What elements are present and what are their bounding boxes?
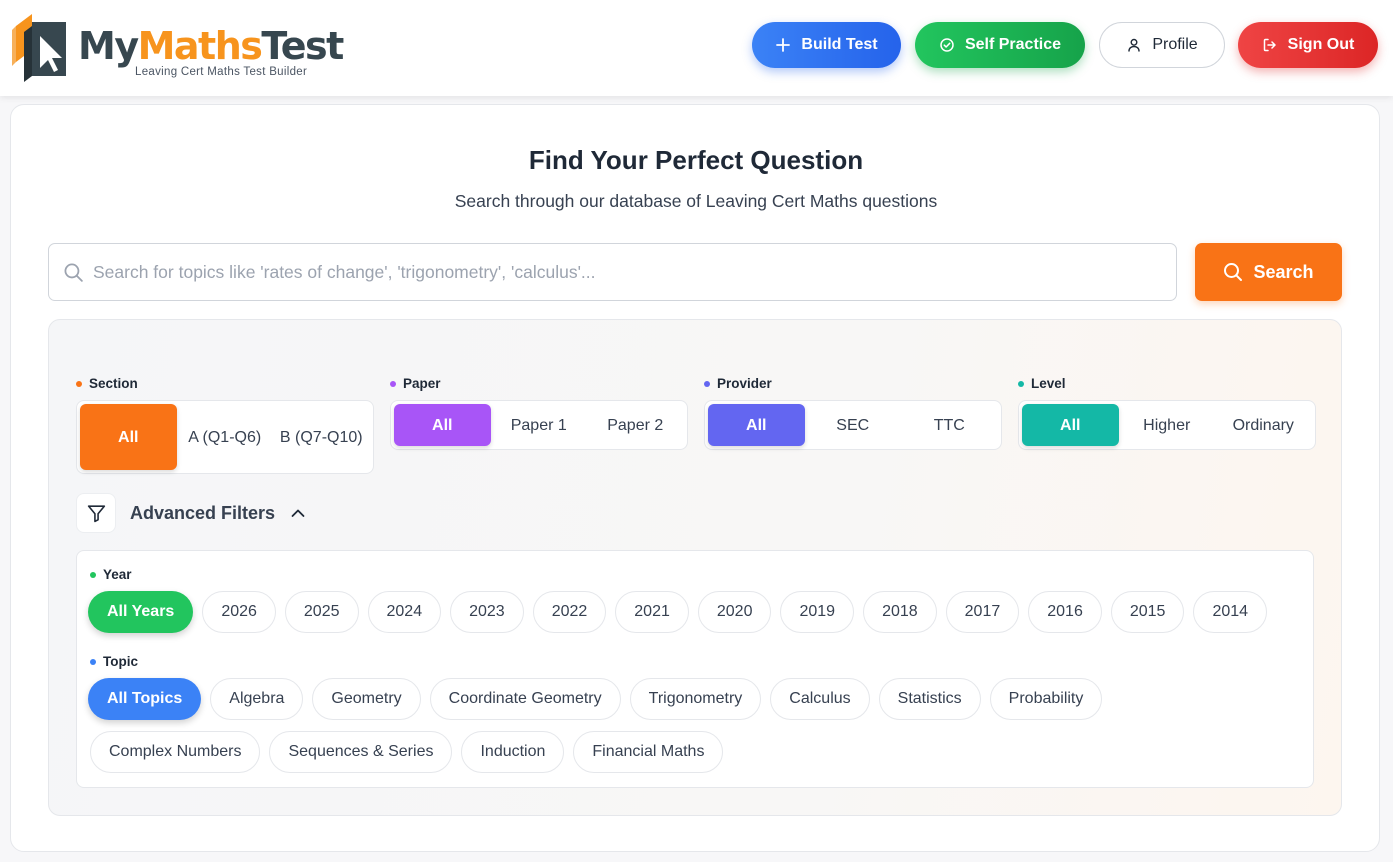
level-option-ordinary[interactable]: Ordinary bbox=[1215, 404, 1312, 446]
search-input[interactable] bbox=[93, 244, 1163, 300]
topic-pill-financial-maths[interactable]: Financial Maths bbox=[573, 731, 724, 773]
provider-dot bbox=[704, 380, 710, 387]
topic-filter-label: Topic bbox=[90, 654, 138, 669]
logo-book-cursor-icon bbox=[12, 14, 66, 82]
year-pill-row: All Years 2026 2025 2024 2023 2022 2021 … bbox=[88, 591, 1268, 633]
page-subtitle: Search through our database of Leaving C… bbox=[454, 191, 938, 211]
topic-pill-complex-numbers[interactable]: Complex Numbers bbox=[90, 731, 261, 773]
self-practice-button[interactable]: Self Practice bbox=[915, 22, 1085, 68]
paper-filter-label: Paper bbox=[390, 376, 441, 391]
year-pill-2024[interactable]: 2024 bbox=[367, 591, 442, 633]
paper-dot bbox=[390, 380, 396, 387]
section-segmented-control: All A (Q1-Q6) B (Q7-Q10) bbox=[76, 400, 374, 474]
year-pill-2020[interactable]: 2020 bbox=[697, 591, 772, 633]
advanced-filters-toggle[interactable]: Advanced Filters bbox=[76, 492, 307, 534]
filter-funnel-icon bbox=[87, 504, 105, 522]
log-out-icon bbox=[1263, 38, 1276, 52]
user-icon bbox=[1128, 38, 1141, 52]
topic-pill-geometry[interactable]: Geometry bbox=[312, 678, 421, 720]
brand-name-maths: Maths bbox=[137, 24, 263, 68]
level-segmented-control: All Higher Ordinary bbox=[1018, 400, 1316, 450]
topic-pill-probability[interactable]: Probability bbox=[989, 678, 1103, 720]
topic-pill-statistics[interactable]: Statistics bbox=[878, 678, 981, 720]
brand-name-my: My bbox=[78, 24, 139, 68]
year-pill-2021[interactable]: 2021 bbox=[615, 591, 689, 633]
paper-option-1[interactable]: Paper 1 bbox=[491, 404, 588, 446]
topic-pill-induction[interactable]: Induction bbox=[461, 731, 565, 773]
level-option-higher[interactable]: Higher bbox=[1119, 404, 1216, 446]
search-field[interactable] bbox=[48, 243, 1177, 301]
advanced-filters-panel: Year All Years 2026 2025 2024 2023 2022 … bbox=[76, 550, 1314, 788]
section-option-b[interactable]: B (Q7-Q10) bbox=[273, 404, 370, 470]
provider-option-ttc[interactable]: TTC bbox=[901, 404, 998, 446]
search-button-label: Search bbox=[1253, 261, 1314, 282]
filter-panel: Section All A (Q1-Q6) B (Q7-Q10) Paper A… bbox=[48, 319, 1342, 816]
build-test-label: Build Test bbox=[801, 36, 878, 53]
topic-pill-trigonometry[interactable]: Trigonometry bbox=[629, 678, 762, 720]
topic-pill-all[interactable]: All Topics bbox=[88, 678, 202, 720]
brand-name-test: Test bbox=[261, 24, 344, 68]
provider-segmented-control: All SEC TTC bbox=[704, 400, 1002, 450]
brand-name: MyMathsTest bbox=[78, 24, 344, 68]
advanced-filters-label: Advanced Filters bbox=[130, 502, 276, 523]
search-icon bbox=[1224, 263, 1243, 281]
provider-filter-label: Provider bbox=[704, 376, 772, 391]
self-practice-label: Self Practice bbox=[964, 36, 1062, 53]
provider-label-text: Provider bbox=[717, 376, 772, 391]
search-card: Find Your Perfect Question Search throug… bbox=[10, 104, 1380, 852]
level-dot bbox=[1018, 380, 1024, 387]
sign-out-button[interactable]: Sign Out bbox=[1238, 22, 1378, 68]
year-pill-2026[interactable]: 2026 bbox=[202, 591, 276, 633]
year-pill-2015[interactable]: 2015 bbox=[1110, 591, 1185, 633]
year-pill-2019[interactable]: 2019 bbox=[780, 591, 855, 633]
topic-dot bbox=[90, 658, 96, 665]
year-pill-2014[interactable]: 2014 bbox=[1193, 591, 1268, 633]
topic-pill-algebra[interactable]: Algebra bbox=[210, 678, 304, 720]
topic-label-text: Topic bbox=[103, 654, 138, 669]
section-option-all[interactable]: All bbox=[80, 404, 177, 470]
provider-option-sec[interactable]: SEC bbox=[805, 404, 902, 446]
topic-pill-row-1: All Topics Algebra Geometry Coordinate G… bbox=[88, 678, 1103, 720]
paper-segmented-control: All Paper 1 Paper 2 bbox=[390, 400, 688, 450]
level-filter-label: Level bbox=[1018, 376, 1066, 391]
topic-pill-sequences-series[interactable]: Sequences & Series bbox=[269, 731, 453, 773]
section-label-text: Section bbox=[89, 376, 138, 391]
profile-button[interactable]: Profile bbox=[1099, 22, 1225, 68]
build-test-button[interactable]: Build Test bbox=[752, 22, 901, 68]
year-pill-2017[interactable]: 2017 bbox=[945, 591, 1020, 633]
paper-option-2[interactable]: Paper 2 bbox=[587, 404, 684, 446]
filter-icon-box bbox=[76, 493, 116, 533]
topic-pill-coordinate-geometry[interactable]: Coordinate Geometry bbox=[429, 678, 621, 720]
year-dot bbox=[90, 571, 96, 578]
provider-option-all[interactable]: All bbox=[708, 404, 805, 446]
profile-label: Profile bbox=[1152, 36, 1198, 53]
year-pill-2025[interactable]: 2025 bbox=[284, 591, 359, 633]
year-pill-2022[interactable]: 2022 bbox=[532, 591, 607, 633]
search-icon bbox=[64, 263, 83, 282]
section-option-a[interactable]: A (Q1-Q6) bbox=[177, 404, 274, 470]
year-pill-all[interactable]: All Years bbox=[88, 591, 194, 633]
page-title: Find Your Perfect Question bbox=[528, 145, 864, 175]
topic-pill-row-2: Complex Numbers Sequences & Series Induc… bbox=[90, 731, 724, 773]
brand-logo[interactable]: MyMathsTest Leaving Cert Maths Test Buil… bbox=[10, 10, 344, 84]
top-header: MyMathsTest Leaving Cert Maths Test Buil… bbox=[0, 0, 1393, 96]
sign-out-label: Sign Out bbox=[1287, 36, 1355, 53]
level-option-all[interactable]: All bbox=[1022, 404, 1119, 446]
section-filter-label: Section bbox=[76, 376, 138, 391]
paper-option-all[interactable]: All bbox=[394, 404, 491, 446]
plus-icon bbox=[776, 38, 791, 52]
year-pill-2018[interactable]: 2018 bbox=[863, 591, 937, 633]
chevron-up-icon bbox=[291, 509, 305, 517]
check-circle-icon bbox=[940, 38, 954, 52]
year-pill-2016[interactable]: 2016 bbox=[1028, 591, 1102, 633]
section-dot bbox=[76, 380, 82, 387]
search-button[interactable]: Search bbox=[1195, 243, 1342, 301]
year-filter-label: Year bbox=[90, 567, 132, 582]
level-label-text: Level bbox=[1031, 376, 1066, 391]
topic-pill-calculus[interactable]: Calculus bbox=[770, 678, 870, 720]
paper-label-text: Paper bbox=[403, 376, 441, 391]
year-pill-2023[interactable]: 2023 bbox=[450, 591, 524, 633]
brand-tagline: Leaving Cert Maths Test Builder bbox=[135, 66, 308, 78]
year-label-text: Year bbox=[103, 567, 132, 582]
